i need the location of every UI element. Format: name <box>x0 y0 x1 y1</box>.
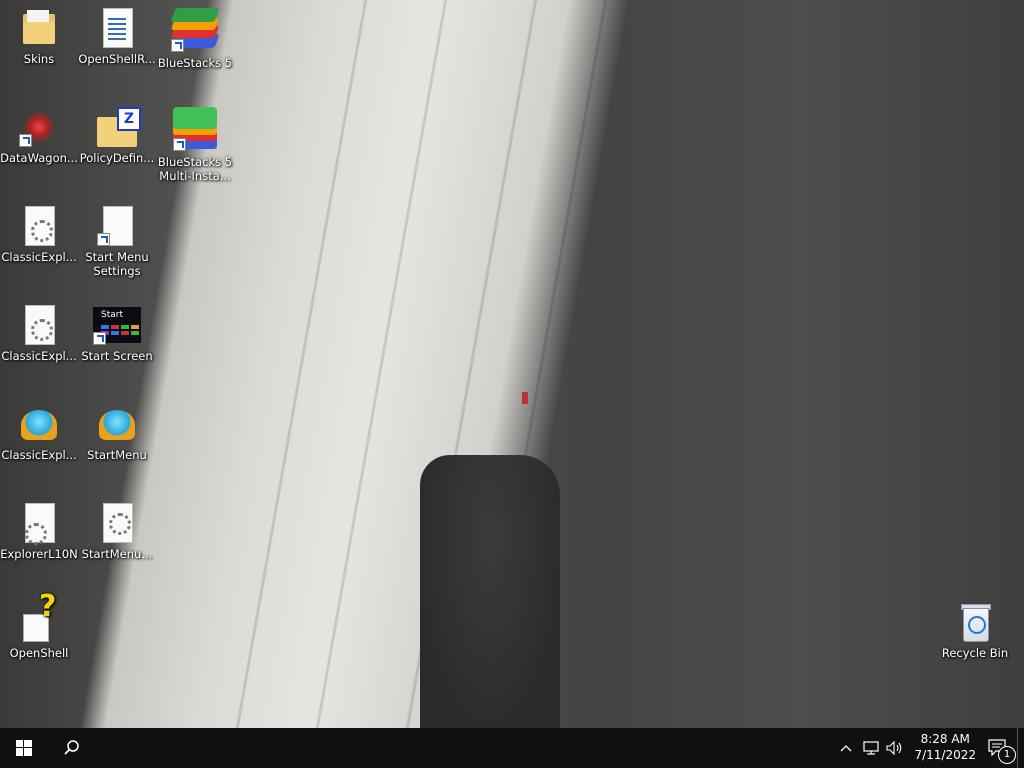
desktop-icon-bluestacks-multi[interactable]: BlueStacks 5 Multi-Insta... <box>156 107 234 183</box>
icon-label: OpenShellR... <box>78 52 156 66</box>
desktop-icon-startmenu[interactable]: StartMenu <box>78 404 156 462</box>
start-screen-icon: Start <box>93 305 141 345</box>
desktop-icon-openshell[interactable]: ? OpenShell <box>0 592 78 661</box>
document-icon <box>97 8 137 48</box>
desktop-icon-openshellr[interactable]: OpenShellR... <box>78 8 156 66</box>
taskbar: 8:28 AM 7/11/2022 1 <box>0 728 1024 768</box>
desktop-icon-classicexpl-2[interactable]: ClassicExpl... <box>0 305 78 363</box>
icon-label: PolicyDefin... <box>79 151 155 165</box>
desktop-icon-recycle-bin[interactable]: Recycle Bin <box>936 602 1014 660</box>
settings-file-icon <box>19 305 59 345</box>
action-center-button[interactable]: 1 <box>980 728 1016 768</box>
desktop-icon-explorerl10n[interactable]: ExplorerL10N <box>0 503 78 561</box>
icon-label: ExplorerL10N <box>0 547 78 561</box>
desktop-icon-policydefin[interactable]: Z PolicyDefin... <box>78 107 156 165</box>
icon-label: StartMenu <box>87 448 147 462</box>
desktop-icon-start-menu-settings[interactable]: Start Menu Settings <box>78 206 156 278</box>
icon-label: Start Screen <box>81 349 153 363</box>
speaker-icon <box>886 741 902 755</box>
icon-label: BlueStacks 5 Multi-Insta... <box>157 155 233 183</box>
recycle-bin-icon <box>955 602 995 642</box>
settings-file-icon <box>97 503 137 543</box>
desktop-icon-startmenu-dll[interactable]: StartMenu... <box>78 503 156 561</box>
icon-label: Skins <box>23 52 55 66</box>
icon-label: Start Menu Settings <box>85 250 149 278</box>
notification-count-badge: 1 <box>998 746 1016 764</box>
desktop-icon-datawagon[interactable]: DataWagon... <box>0 107 78 165</box>
network-button[interactable] <box>860 728 882 768</box>
clock[interactable]: 8:28 AM 7/11/2022 <box>914 731 976 763</box>
icon-label: DataWagon... <box>0 151 78 165</box>
volume-button[interactable] <box>884 728 906 768</box>
chevron-up-icon <box>840 745 852 752</box>
desktop-icon-bluestacks[interactable]: BlueStacks 5 <box>156 8 234 70</box>
shell-icon <box>97 404 137 444</box>
bluestacks-icon <box>170 8 220 52</box>
shell-icon <box>19 404 59 444</box>
search-button[interactable] <box>48 728 96 768</box>
datawagon-icon <box>19 107 59 147</box>
icon-label: ClassicExpl... <box>1 349 77 363</box>
clock-date: 7/11/2022 <box>914 748 976 762</box>
settings-file-icon <box>19 503 59 545</box>
bluestacks-multi-icon <box>173 107 217 151</box>
network-icon <box>863 741 879 755</box>
icon-label: Recycle Bin <box>941 646 1009 660</box>
start-screen-text: Start <box>101 310 123 320</box>
windows-logo-icon <box>16 740 32 756</box>
icon-label: BlueStacks 5 <box>157 56 233 70</box>
help-file-icon: ? <box>19 592 59 642</box>
show-desktop-button[interactable] <box>1017 728 1024 768</box>
icon-label: ClassicExpl... <box>1 448 77 462</box>
blank-file-icon <box>97 206 137 246</box>
icon-label: OpenShell <box>9 646 69 660</box>
start-button[interactable] <box>0 728 48 768</box>
desktop-icon-start-screen[interactable]: Start Start Screen <box>78 305 156 363</box>
desktop-icon-skins[interactable]: Skins <box>0 8 78 66</box>
desktop-icon-classicexpl-1[interactable]: ClassicExpl... <box>0 206 78 264</box>
clock-time: 8:28 AM <box>920 732 970 746</box>
settings-file-icon <box>19 206 59 246</box>
desktop-icon-classicexpl-3[interactable]: ClassicExpl... <box>0 404 78 462</box>
show-hidden-icons-button[interactable] <box>836 728 856 768</box>
icon-label: StartMenu... <box>81 547 153 561</box>
icon-label: ClassicExpl... <box>1 250 77 264</box>
zip-folder-icon: Z <box>97 107 141 147</box>
search-icon <box>64 740 79 755</box>
folder-icon <box>19 8 59 48</box>
